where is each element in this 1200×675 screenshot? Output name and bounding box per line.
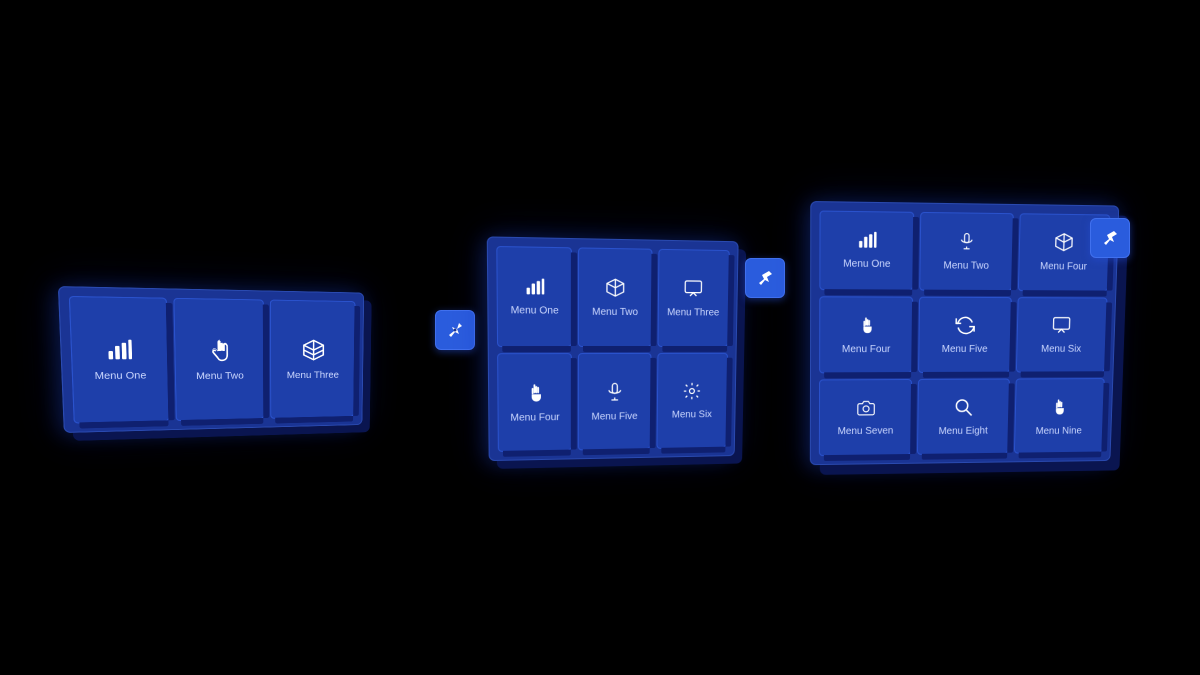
- menu-label-l2: Menu Two: [943, 261, 989, 273]
- menu-label-m4: Menu Four: [510, 412, 559, 424]
- menu-item-l9[interactable]: Menu Nine: [1014, 378, 1105, 453]
- menu-item-l7[interactable]: Menu Seven: [819, 379, 912, 456]
- refresh-icon-l5: [955, 315, 975, 339]
- menu-item-m4[interactable]: Menu Four: [497, 353, 572, 452]
- chat-icon-m3: [684, 278, 704, 302]
- menu-item-m3[interactable]: Menu Three: [657, 249, 730, 347]
- hand-wave-icon-l9: [1050, 395, 1068, 420]
- menu-label-m3: Menu Three: [667, 307, 719, 318]
- menu-item-m1[interactable]: Menu One: [496, 246, 572, 347]
- bar-chart-icon-m1: [524, 277, 545, 300]
- menu-label-l7: Menu Seven: [838, 425, 894, 436]
- menu-label-l8: Menu Eight: [938, 425, 987, 436]
- menu-item-m6[interactable]: Menu Six: [656, 353, 728, 449]
- menu-item-s3[interactable]: Menu Three: [270, 300, 355, 419]
- cube-icon: [301, 338, 325, 365]
- menu-item-l6[interactable]: Menu Six: [1016, 297, 1108, 373]
- menu-item-l2[interactable]: Menu Two: [920, 212, 1014, 291]
- hand-stop-icon-l4: [857, 315, 875, 339]
- menu-label-m5: Menu Five: [591, 411, 637, 422]
- menu-item-l8[interactable]: Menu Eight: [917, 379, 1009, 455]
- panel-medium: Menu One Menu Two Menu Three: [487, 236, 739, 461]
- menu-item-l1[interactable]: Menu One: [819, 211, 914, 291]
- hand-icon: [208, 338, 231, 366]
- menu-label-l1: Menu One: [843, 259, 890, 271]
- menu-item-l5[interactable]: Menu Five: [918, 296, 1011, 373]
- menu-label-l3: Menu Four: [1040, 261, 1087, 272]
- chat-icon-l6: [1052, 315, 1072, 339]
- microphone-icon-l2: [958, 231, 976, 256]
- microphone-icon-m5: [605, 381, 625, 407]
- menu-label-m6: Menu Six: [672, 409, 712, 420]
- menu-item-s2[interactable]: Menu Two: [173, 298, 265, 421]
- cube-outline-icon-m2: [605, 277, 625, 301]
- pin-button-1[interactable]: [435, 310, 475, 350]
- cube-icon-l3: [1054, 232, 1074, 256]
- menu-item-l4[interactable]: Menu Four: [819, 296, 913, 374]
- panel-small: Menu One Menu Two: [58, 286, 364, 433]
- bar-chart-icon: [106, 339, 134, 366]
- pin-button-2[interactable]: [745, 258, 785, 298]
- scene: Menu One Menu Two: [0, 0, 1200, 675]
- menu-item-s1[interactable]: Menu One: [69, 296, 169, 424]
- menu-label-s1: Menu One: [94, 370, 146, 382]
- camera-icon-l7: [856, 399, 876, 421]
- menu-item-m2[interactable]: Menu Two: [578, 247, 652, 347]
- pin-button-3[interactable]: [1090, 218, 1130, 258]
- menu-label-l5: Menu Five: [942, 344, 988, 355]
- menu-label-l4: Menu Four: [842, 344, 891, 355]
- gear-icon-m6: [682, 381, 702, 405]
- panel-large: Menu One Menu Two Menu Four: [810, 201, 1119, 465]
- menu-label-l9: Menu Nine: [1036, 425, 1082, 436]
- menu-label-m1: Menu One: [511, 305, 559, 317]
- menu-label-s3: Menu Three: [287, 370, 339, 381]
- menu-label-s2: Menu Two: [196, 371, 244, 382]
- menu-label-l6: Menu Six: [1041, 344, 1081, 355]
- search-icon-l8: [954, 397, 974, 421]
- bar-chart-icon-l1: [857, 231, 877, 254]
- menu-label-m2: Menu Two: [592, 307, 638, 318]
- hand-stop-icon-m4: [525, 381, 545, 407]
- menu-item-m5[interactable]: Menu Five: [578, 353, 651, 450]
